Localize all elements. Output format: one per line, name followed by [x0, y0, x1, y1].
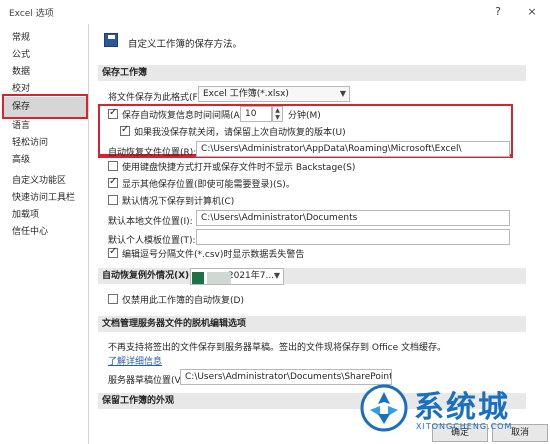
nav-item-language[interactable]: 语言	[6, 118, 86, 135]
section-autorecover-exceptions: 自动恢复例外情况(X):	[98, 268, 526, 284]
autorecover-exceptions-label: 自动恢复例外情况(X):	[102, 271, 193, 281]
workbook-select-value: 2021年7...	[227, 271, 275, 281]
watermark-logo-icon	[360, 384, 408, 432]
minutes-spinner[interactable]: ▲ ▼	[272, 106, 283, 122]
autorecover-minutes-input[interactable]: 10	[240, 106, 272, 122]
page-header: 自定义工作簿的保存方法。	[128, 39, 243, 50]
section-offline-editing: 文档管理服务器文件的脱机编辑选项	[98, 316, 526, 332]
keep-last-version-checkbox[interactable]	[120, 124, 130, 136]
excel-icon	[192, 272, 204, 284]
minutes-unit-label: 分钟(M)	[288, 111, 321, 121]
format-label: 将文件保存为此格式(F):	[108, 93, 205, 103]
nav-item-general[interactable]: 常规	[6, 30, 86, 47]
format-select[interactable]: Excel 工作簿(*.xlsx) ▼	[198, 86, 350, 102]
watermark-sub: XITONGCHENG.COM	[416, 422, 513, 431]
learn-more-link[interactable]: 了解详细信息	[108, 354, 162, 367]
format-value: Excel 工作簿(*.xlsx)	[203, 89, 289, 99]
save-to-computer-checkbox[interactable]	[108, 195, 118, 205]
close-icon[interactable]: ×	[522, 3, 542, 21]
default-template-label: 默认个人模板位置(T):	[108, 236, 196, 246]
disable-autorecover-checkbox[interactable]	[108, 294, 118, 304]
watermark-text: 系统城	[414, 390, 510, 425]
nav-item-formulas[interactable]: 公式	[6, 47, 86, 64]
nav-item-trust-center[interactable]: 信任中心	[6, 224, 86, 241]
default-local-label: 默认本地文件位置(I):	[108, 217, 193, 227]
window-title: Excel 选项	[9, 9, 54, 19]
nav-item-customize-ribbon[interactable]: 自定义功能区	[6, 173, 86, 190]
nav-item-accessibility[interactable]: 轻松访问	[6, 135, 86, 152]
nav-item-data[interactable]: 数据	[6, 64, 86, 81]
disable-autorecover-label: 仅禁用此工作簿的自动恢复(D)	[122, 296, 244, 306]
watermark: 系统城 XITONGCHENG.COM	[360, 378, 540, 438]
default-local-input[interactable]: C:\Users\Administrator\Documents	[196, 210, 510, 226]
csv-warning-label: 编辑逗号分隔文件(*.csv)时显示数据丢失警告	[122, 250, 305, 260]
csv-warning-checkbox[interactable]	[108, 246, 118, 258]
help-icon[interactable]: ?	[488, 3, 508, 21]
section-save-workbooks: 保存工作簿	[98, 65, 526, 81]
autorecover-checkbox[interactable]	[108, 107, 118, 119]
nav-item-quick-access[interactable]: 快速访问工具栏	[6, 190, 86, 207]
default-template-input[interactable]	[196, 229, 510, 245]
nav-save-highlight	[2, 94, 88, 119]
show-additional-places-label: 显示其他保存位置(即使可能需要登录)(S)。	[122, 180, 295, 190]
autorecover-location-input[interactable]: C:\Users\Administrator\AppData\Roaming\M…	[196, 141, 510, 157]
blurred-filename	[207, 272, 231, 284]
nav-item-addins[interactable]: 加载项	[6, 207, 86, 224]
save-icon	[104, 33, 118, 47]
chevron-down-icon: ▼	[339, 89, 346, 98]
offline-description: 不再支持将签出的文件保存到服务器草稿。签出的文件现将保存到 Office 文档缓…	[108, 343, 446, 353]
workbook-select[interactable]: 2021年7... ▼	[190, 268, 284, 285]
title-bar: Excel 选项 ? ×	[0, 0, 550, 24]
nav-item-advanced[interactable]: 高级	[6, 152, 86, 169]
no-backstage-checkbox[interactable]	[108, 161, 118, 171]
autorecover-location-label: 自动恢复文件位置(R):	[108, 148, 197, 158]
autorecover-label: 保存自动恢复信息时间间隔(A)	[122, 111, 244, 121]
drafts-location-label: 服务器草稿位置(V):	[108, 376, 188, 386]
save-to-computer-label: 默认情况下保存到计算机(C)	[122, 197, 235, 207]
show-additional-places-checkbox[interactable]	[108, 176, 118, 188]
keep-last-version-label: 如果我没保存就关闭，请保留上次自动恢复的版本(U)	[134, 128, 346, 138]
no-backstage-label: 使用键盘快捷方式打开或保存文件时不显示 Backstage(S)	[122, 163, 356, 173]
chevron-down-icon: ▼	[273, 271, 280, 280]
